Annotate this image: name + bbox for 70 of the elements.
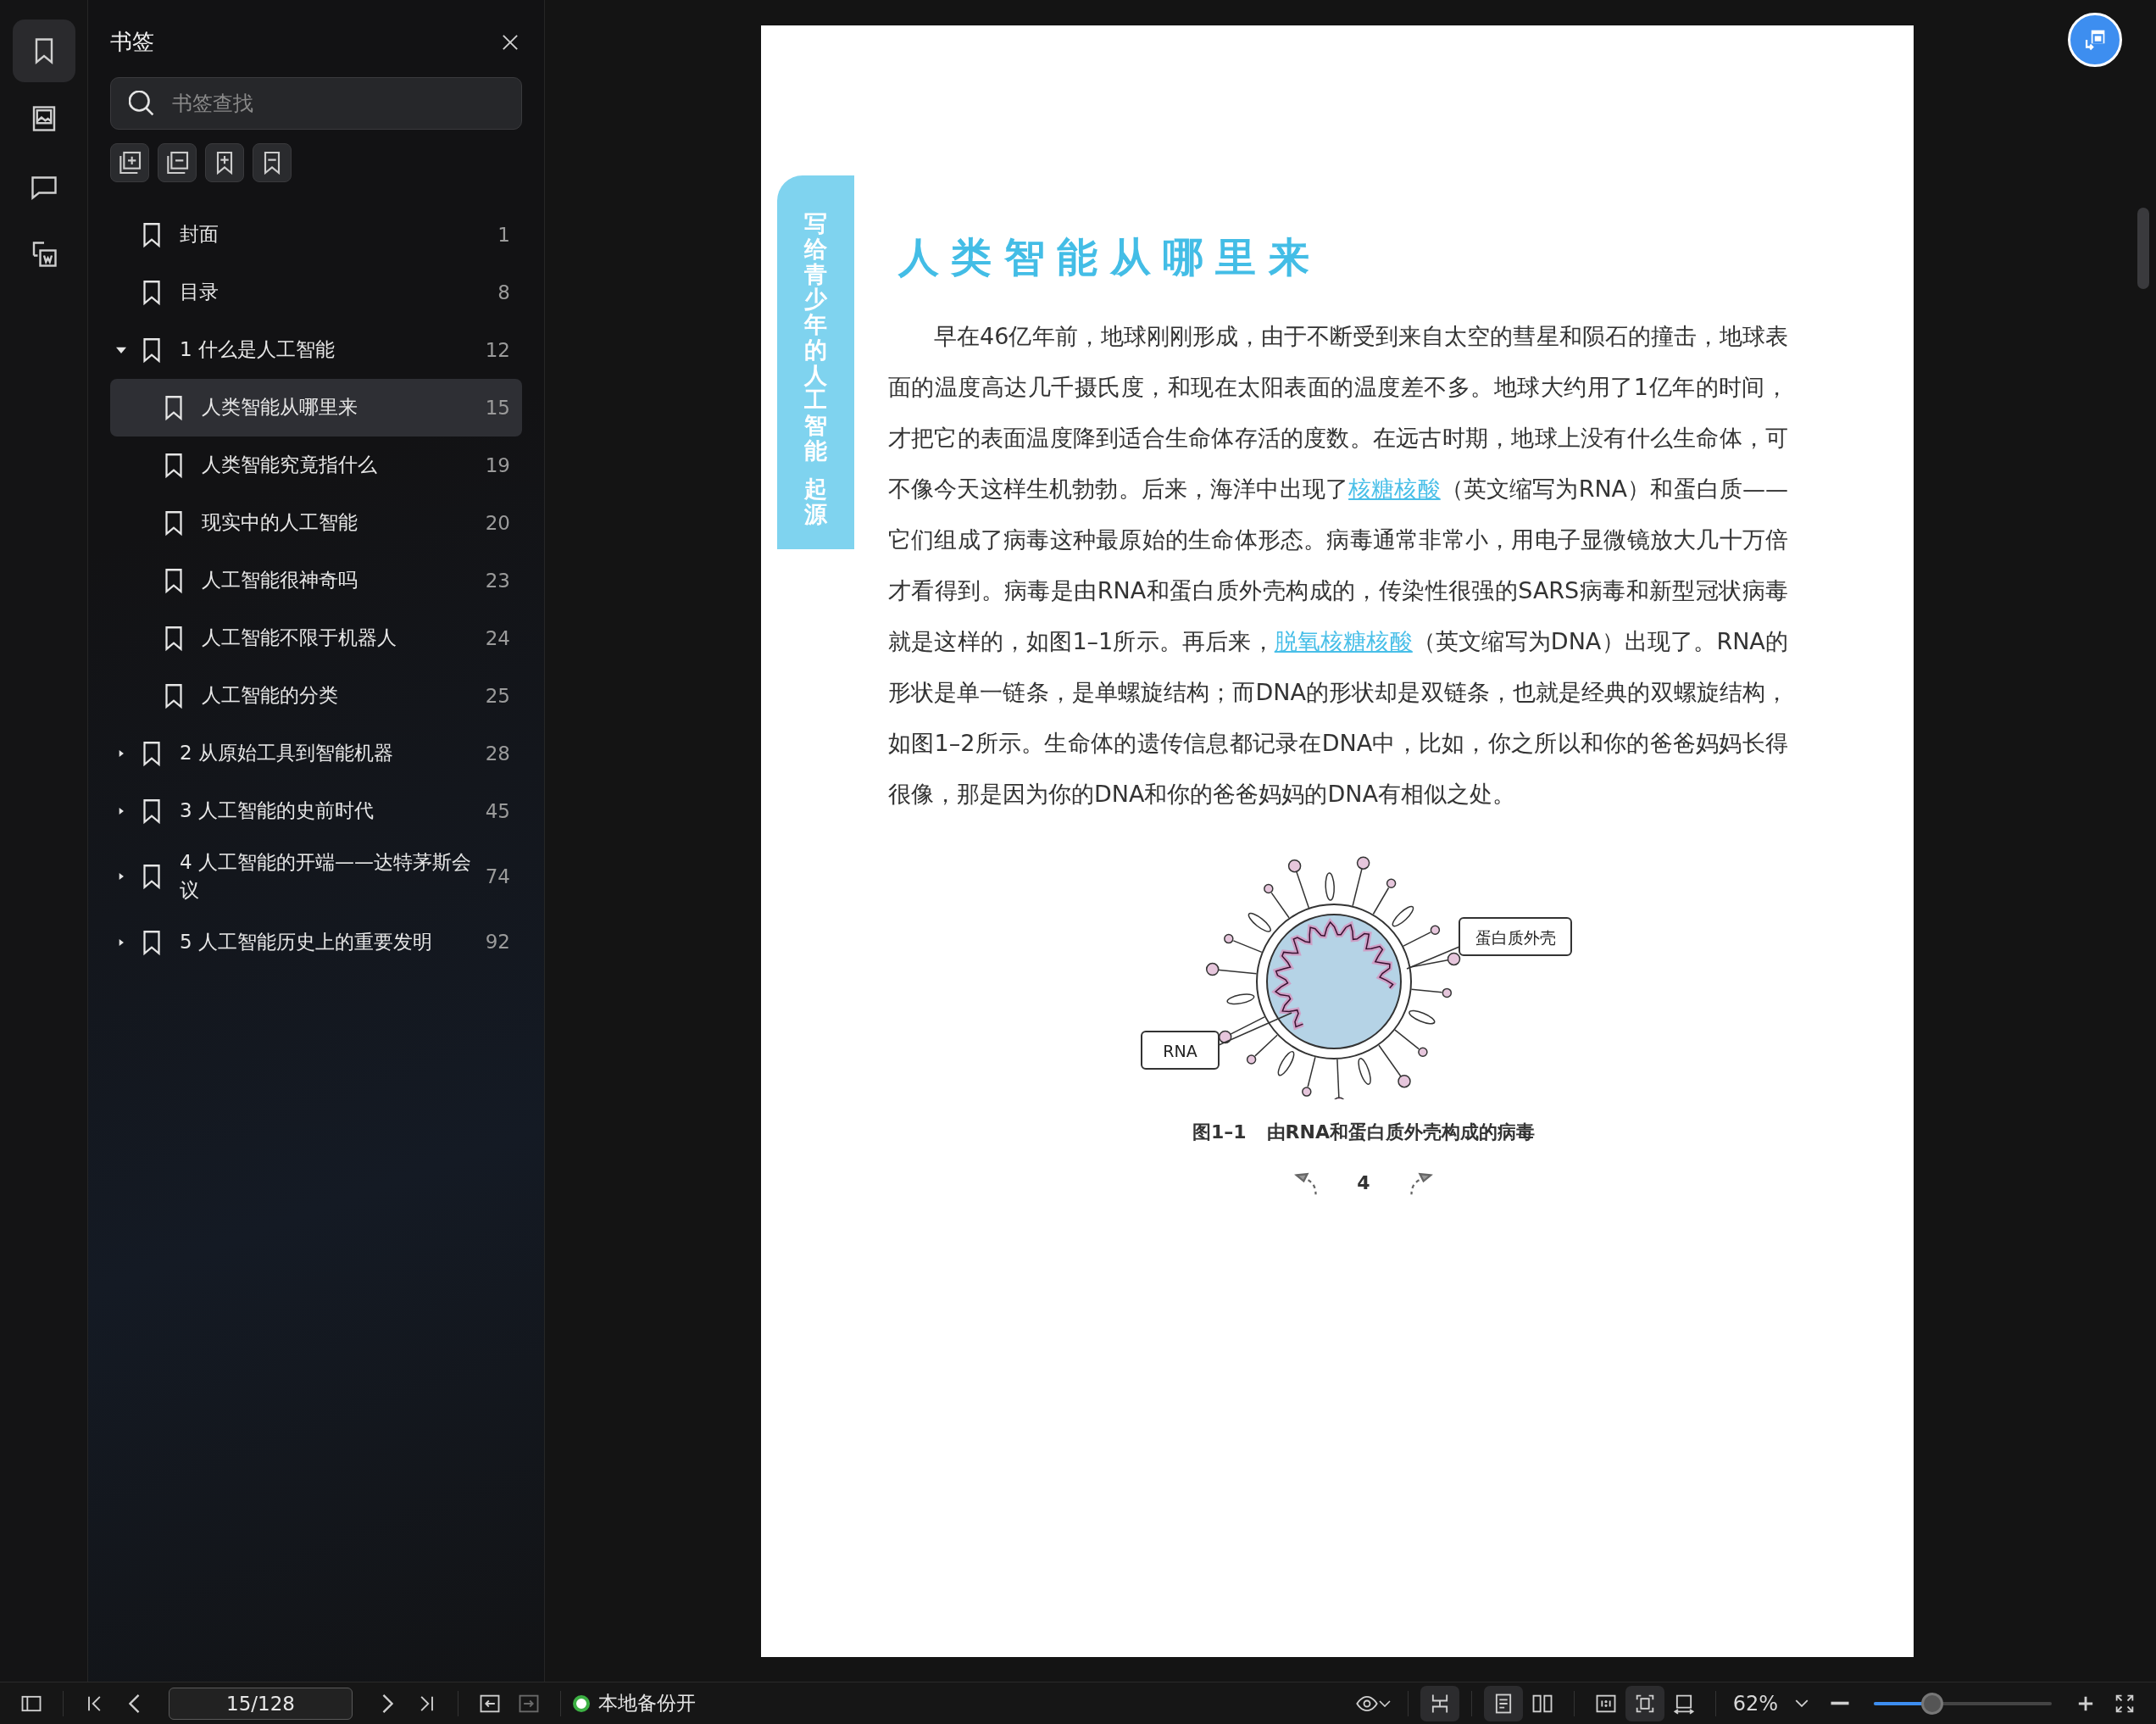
- page-number: 28: [485, 741, 510, 766]
- body-paragraph: 早在46亿年前，地球刚刚形成，由于不断受到来自太空的彗星和陨石的撞击，地球表面的温度高达几千摄氏度，和现在太阳表面的温度差不多。地球大约用了1亿年的时间，才把它的表面温度降到适合生命体存活的度数。在远古时期，地球上没有什么生命体，可不像今天这样生机勃勃。后来，海洋中出现了核糖核酸（英文缩写为RNA）和蛋白质——它们组成了病毒这种最原始的生命体形态。病毒通常非常小，用电子显微镜放大几十万倍才看得到。病毒是由RNA和蛋白质外壳构成的，传染性很强的SARS病毒和新型冠状病毒就是这样的，如图1–1所示。再后来，脱氧核糖核酸（英文缩写为DNA）出现了。RNA的形状是单一链条，是单螺旋结构；而DNA的形状却是双链条，也就是经典的双螺旋结构，如图1–2所示。生命体的遗传信息都记录在DNA中，比如，你之所以和你的爸爸妈妈长得很像，那是因为你的DNA和你的爸爸妈妈的DNA有相似之处。: [888, 322, 1788, 809]
- bookmark-item[interactable]: 人类智能从哪里来 15: [110, 379, 522, 437]
- bookmark-title: 人类智能究竟指什么: [202, 453, 377, 478]
- search-icon: [129, 91, 154, 116]
- figure-number: 图1–1: [1192, 1121, 1247, 1144]
- toolbar-button[interactable]: [110, 143, 149, 182]
- bookmark-item[interactable]: 5 人工智能历史上的重要发明 92: [110, 913, 522, 971]
- bookmark-item[interactable]: 人工智能的分类 25: [110, 667, 522, 725]
- page-number: 25: [485, 683, 510, 709]
- bookmark-item[interactable]: 人工智能很神奇吗 23: [110, 552, 522, 609]
- search-field[interactable]: 书签查找: [110, 77, 522, 130]
- bookmark-item[interactable]: 人类智能究竟指什么 19: [110, 437, 522, 494]
- page-number: 24: [485, 626, 510, 651]
- section-title: 人类智能从哪里来: [898, 232, 1323, 282]
- caret-icon: [1795, 1699, 1809, 1707]
- bookmark-title: 人工智能不限于机器人: [202, 626, 397, 651]
- caret-icon: [1378, 1699, 1391, 1707]
- page-number: 8: [497, 280, 510, 305]
- scrollbar-thumb[interactable]: [2137, 208, 2149, 289]
- bookmark-item[interactable]: 3 人工智能的史前时代 45: [110, 782, 522, 840]
- bookmark-title: 5 人工智能历史上的重要发明: [180, 930, 432, 954]
- page-number: 45: [485, 798, 510, 824]
- bookmark-item[interactable]: 1 什么是人工智能 12: [110, 321, 522, 379]
- bookmark-item[interactable]: 封面 1: [110, 206, 522, 264]
- toolbar-button[interactable]: [205, 143, 244, 182]
- chevron-left-icon: [128, 1693, 140, 1714]
- page-number: 1: [497, 222, 510, 247]
- chevron-right-icon: [381, 1693, 393, 1714]
- minus-icon: [1830, 1701, 1850, 1705]
- page-number: 19: [485, 453, 510, 478]
- bookmark-item[interactable]: 目录 8: [110, 264, 522, 321]
- leader-line: [1406, 946, 1460, 970]
- bookmark-item[interactable]: 2 从原始工具到智能机器 28: [110, 725, 522, 782]
- bookmark-title: 目录: [180, 280, 219, 305]
- figure-caption: 由RNA和蛋白质外壳构成的病毒: [1266, 1121, 1535, 1144]
- page-mode-button[interactable]: [1483, 1685, 1523, 1721]
- scroll-mode-button[interactable]: [1420, 1685, 1459, 1721]
- bookmark-title: 3 人工智能的史前时代: [180, 798, 374, 824]
- diagram-label: RNA: [1141, 1031, 1220, 1070]
- backup-status: 本地备份开: [598, 1691, 696, 1716]
- bookmark-item[interactable]: 人工智能不限于机器人 24: [110, 609, 522, 667]
- bookmark-title: 人工智能很神奇吗: [202, 568, 358, 593]
- bookmark-item[interactable]: 现实中的人工智能 20: [110, 494, 522, 552]
- page-number: 20: [485, 510, 510, 536]
- page-number: 74: [485, 865, 510, 890]
- side-tab-text: 写给青少年的人工智能: [804, 211, 827, 464]
- bookmark-title: 4 人工智能的开端——达特茅斯会议: [180, 850, 472, 904]
- diagram-label: 蛋白质外壳: [1459, 917, 1572, 956]
- page-number: 23: [485, 568, 510, 593]
- side-tab-text: 起源: [804, 476, 827, 527]
- page-field[interactable]: 15/128: [169, 1687, 353, 1720]
- page-number: 4: [1357, 1171, 1370, 1195]
- sidebar-tab[interactable]: [12, 19, 75, 82]
- panel-title: 书签: [110, 28, 154, 56]
- page-number: 15: [485, 395, 510, 420]
- bookmark-title: 人工智能的分类: [202, 683, 338, 709]
- bookmark-title: 2 从原始工具到智能机器: [180, 741, 393, 766]
- page-number: 92: [485, 930, 510, 955]
- page-number: 12: [485, 337, 510, 363]
- bookmark-title: 现实中的人工智能: [202, 510, 358, 536]
- bookmark-title: 人类智能从哪里来: [202, 395, 358, 420]
- bookmark-title: 1 什么是人工智能: [180, 337, 335, 363]
- bookmark-title: 封面: [180, 222, 219, 247]
- toolbar-button[interactable]: [158, 143, 197, 182]
- zoom-level[interactable]: 62%: [1727, 1688, 1783, 1719]
- fit-mode-button[interactable]: [1625, 1685, 1664, 1721]
- convert-button[interactable]: [2068, 13, 2122, 67]
- toolbar-button[interactable]: [253, 143, 292, 182]
- slider-thumb[interactable]: [1921, 1692, 1944, 1715]
